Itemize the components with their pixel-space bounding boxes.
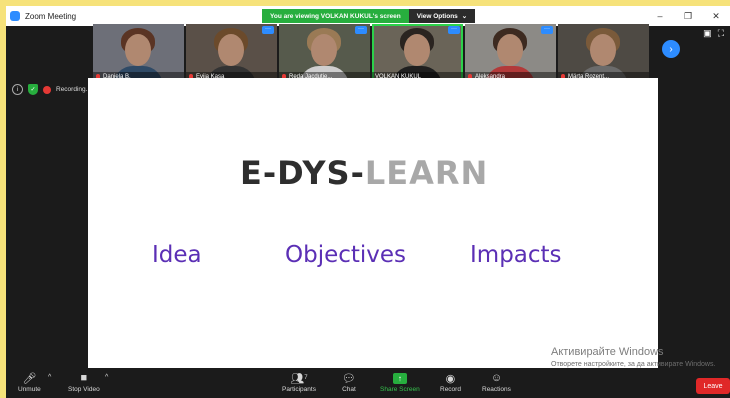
share-screen-icon: ↑ xyxy=(392,372,407,384)
slide-word-objectives: Objectives xyxy=(285,242,407,268)
stop-video-label: Stop Video xyxy=(68,386,100,393)
reactions-label: Reactions xyxy=(482,386,511,393)
stop-video-button[interactable]: ■ Stop Video xyxy=(68,372,100,393)
record-icon: ◉ xyxy=(445,372,456,385)
audio-options-chevron-icon[interactable]: ^ xyxy=(48,374,51,381)
recording-label: Recording... xyxy=(56,86,92,93)
participant-face xyxy=(497,34,523,66)
layout-icon[interactable]: ▣ xyxy=(703,28,712,39)
more-options-icon[interactable]: ··· xyxy=(541,26,553,34)
leave-button[interactable]: Leave xyxy=(696,378,730,394)
participant-thumbnail[interactable]: Daniela B. xyxy=(93,24,184,82)
meeting-status-row: i ✓ Recording... xyxy=(12,84,91,95)
chat-button[interactable]: 💬︎ Chat xyxy=(342,372,356,394)
recording-dot-icon xyxy=(43,85,51,94)
video-camera-icon: ■ xyxy=(80,372,88,384)
viewing-banner: You are viewing VOLKAN KUKUL's screen Vi… xyxy=(262,9,476,23)
view-controls: ▣ ⛶ xyxy=(703,28,724,39)
microphone-muted-icon: 🎤︎ xyxy=(22,372,37,385)
chat-label: Chat xyxy=(342,386,356,393)
windows-activation-title: Активирайте Windows xyxy=(551,346,664,358)
view-options-label: View Options xyxy=(416,12,458,20)
slide-title-dark-part: E-DYS- xyxy=(240,154,365,192)
chevron-down-icon: ⌄ xyxy=(461,13,468,20)
shared-screen-slide: E-DYS-LEARN Idea Objectives Impacts xyxy=(88,78,658,368)
participants-button[interactable]: 👥︎ 7 Participants xyxy=(282,372,316,394)
fullscreen-icon[interactable]: ⛶ xyxy=(718,28,724,39)
participants-glyph: 👥︎ xyxy=(290,372,305,385)
minimize-button[interactable]: – xyxy=(646,6,674,26)
participant-thumbnail[interactable]: ··· VOLKAN KUKUL xyxy=(372,24,463,82)
reactions-button[interactable]: ☺ Reactions xyxy=(482,372,511,393)
window-controls: – ❐ ✕ xyxy=(646,6,730,26)
video-options-chevron-icon[interactable]: ^ xyxy=(105,374,108,381)
participant-face xyxy=(125,34,151,66)
participant-thumbnail-strip: Daniela B. ··· Evija Kasa ··· Reda Jacdutie.… xyxy=(93,24,649,82)
participant-face xyxy=(404,34,430,66)
participant-face xyxy=(590,34,616,66)
participant-thumbnail[interactable]: ··· Reda Jacdutie... xyxy=(279,24,370,82)
encryption-shield-icon[interactable]: ✓ xyxy=(28,84,38,95)
view-options-button[interactable]: View Options ⌄ xyxy=(408,9,476,23)
meeting-toolbar: 🎤︎ Unmute ^ ■ Stop Video ^ 👥︎ 7 Participa… xyxy=(6,370,730,398)
participants-icon: 👥︎ 7 xyxy=(290,372,308,385)
participant-thumbnail[interactable]: ··· Aleksandra xyxy=(465,24,556,82)
slide-title: E-DYS-LEARN xyxy=(240,154,488,192)
record-button[interactable]: ◉ Record xyxy=(440,372,461,394)
participants-count: 7 xyxy=(304,375,308,381)
slide-title-light-part: LEARN xyxy=(364,154,489,192)
zoom-logo-icon xyxy=(10,11,20,21)
slide-word-impacts: Impacts xyxy=(470,242,562,268)
restore-button[interactable]: ❐ xyxy=(674,6,702,26)
windows-activation-subtitle: Отворете настройките, за да активирате W… xyxy=(551,361,716,368)
unmute-label: Unmute xyxy=(18,386,41,393)
zoom-window: Zoom Meeting You are viewing VOLKAN KUKU… xyxy=(6,6,730,398)
more-options-icon[interactable]: ··· xyxy=(448,26,460,34)
unmute-button[interactable]: 🎤︎ Unmute xyxy=(18,372,41,394)
share-screen-button[interactable]: ↑ Share Screen xyxy=(380,372,420,393)
slide-word-idea: Idea xyxy=(152,242,202,268)
title-bar: Zoom Meeting You are viewing VOLKAN KUKU… xyxy=(6,6,730,26)
share-screen-label: Share Screen xyxy=(380,386,420,393)
share-screen-icon-wrap: ↑ xyxy=(392,372,407,384)
participant-thumbnail[interactable]: Märta Rozent... xyxy=(558,24,649,82)
more-options-icon[interactable]: ··· xyxy=(262,26,274,34)
next-page-arrow-icon[interactable]: › xyxy=(662,40,680,58)
more-options-icon[interactable]: ··· xyxy=(355,26,367,34)
window-title: Zoom Meeting xyxy=(25,11,77,21)
chat-bubble-icon: 💬︎ xyxy=(342,372,356,385)
reactions-smiley-icon: ☺ xyxy=(490,372,503,384)
participant-thumbnail[interactable]: ··· Evija Kasa xyxy=(186,24,277,82)
participant-face xyxy=(311,34,337,66)
record-label: Record xyxy=(440,386,461,393)
meeting-info-icon[interactable]: i xyxy=(12,84,23,95)
participants-label: Participants xyxy=(282,386,316,393)
participant-face xyxy=(218,34,244,66)
close-button[interactable]: ✕ xyxy=(702,6,730,26)
viewing-screen-text: You are viewing VOLKAN KUKUL's screen xyxy=(262,9,409,23)
